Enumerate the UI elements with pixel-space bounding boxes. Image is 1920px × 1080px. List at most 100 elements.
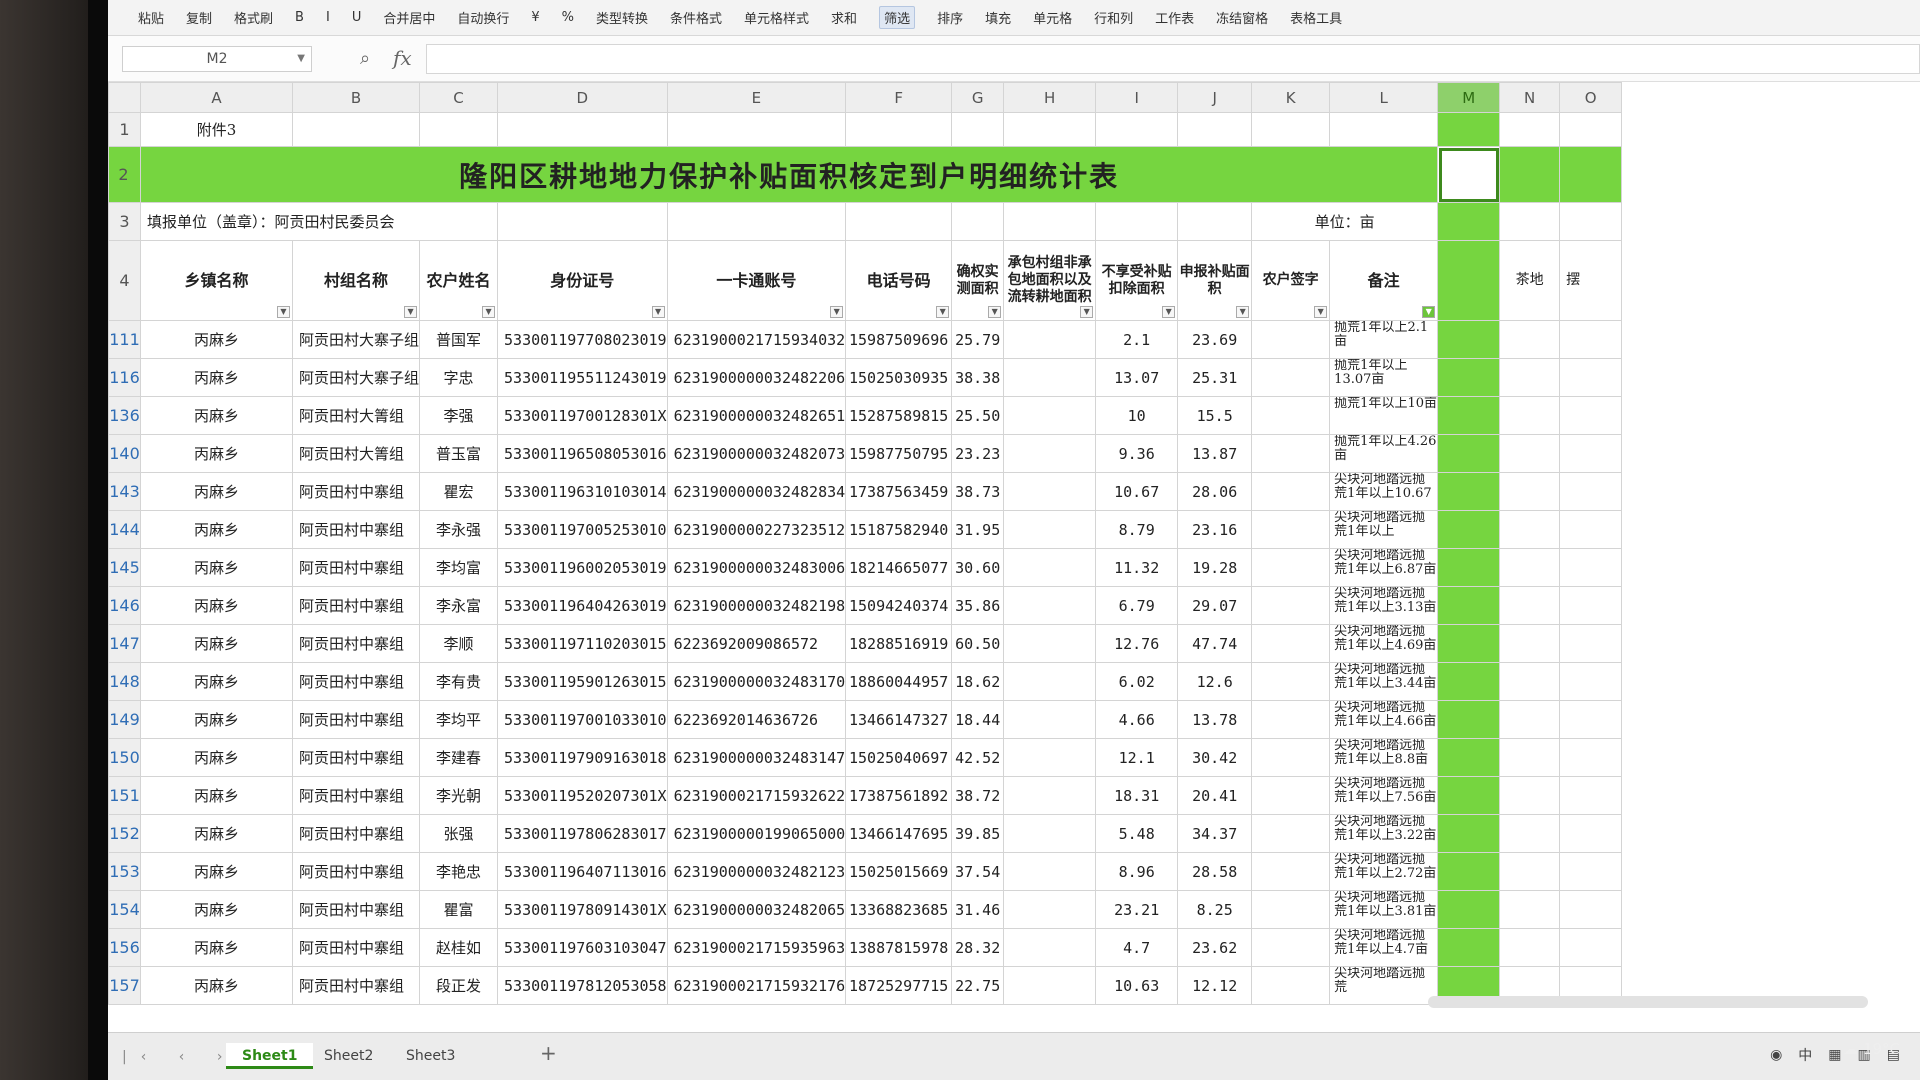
cell[interactable]	[951, 202, 1005, 241]
cell-m[interactable]	[1437, 814, 1501, 853]
cell-subsidy-area[interactable]: 15.5	[1177, 396, 1253, 435]
cell-card-account[interactable]: 6231900000227323512	[666, 510, 847, 549]
cell-deduction-area[interactable]: 12.76	[1095, 624, 1179, 663]
row-number[interactable]: 2	[108, 146, 141, 203]
cell-m[interactable]	[1437, 776, 1501, 815]
cell-farmer-signature[interactable]	[1251, 700, 1331, 739]
filter-dropdown-icon[interactable]: ▼	[830, 306, 844, 318]
cell-remarks[interactable]: 尖块河地踏远抛荒1年以上	[1329, 510, 1439, 549]
cell-farmer-signature[interactable]	[1251, 586, 1331, 625]
cell-measured-area[interactable]: 18.62	[951, 662, 1005, 701]
cell-m[interactable]	[1437, 738, 1501, 777]
cell-village-group[interactable]: 阿贡田村大箐组	[291, 396, 421, 435]
cell-noncontract-area[interactable]	[1003, 510, 1097, 549]
cell-card-account[interactable]: 6231900000032483170	[666, 662, 847, 701]
cell-card-account[interactable]: 6231900021715932176	[666, 966, 847, 1005]
ribbon-item[interactable]: I	[326, 10, 330, 25]
cell-subsidy-area[interactable]: 12.12	[1177, 966, 1253, 1005]
cell-farmer-name[interactable]: 瞿富	[419, 890, 499, 929]
column-header[interactable]: I	[1095, 82, 1179, 113]
row-number[interactable]: 153	[108, 852, 141, 891]
cell-farmer-name[interactable]: 李均富	[419, 548, 499, 587]
cell-township[interactable]: 丙麻乡	[140, 738, 293, 777]
cell-farmer-signature[interactable]	[1251, 434, 1331, 473]
table-cell[interactable]	[1559, 586, 1623, 625]
cell-farmer-signature[interactable]	[1251, 776, 1331, 815]
cell-id-number[interactable]: 533001196404263019	[497, 586, 668, 625]
cell-township[interactable]: 丙麻乡	[140, 434, 293, 473]
name-box[interactable]: M2 ▼	[122, 46, 312, 72]
cell-subsidy-area[interactable]: 30.42	[1177, 738, 1253, 777]
cell-farmer-signature[interactable]	[1251, 510, 1331, 549]
cell-deduction-area[interactable]: 18.31	[1095, 776, 1179, 815]
cell-phone[interactable]: 18288516919	[845, 624, 953, 663]
cell-township[interactable]: 丙麻乡	[140, 966, 293, 1005]
cell-phone[interactable]: 15025015669	[845, 852, 953, 891]
cell-card-account[interactable]: 6231900021715934032	[666, 320, 847, 359]
cell-noncontract-area[interactable]	[1003, 358, 1097, 397]
cell-farmer-signature[interactable]	[1251, 320, 1331, 359]
cell-measured-area[interactable]: 37.54	[951, 852, 1005, 891]
table-cell[interactable]	[1559, 814, 1623, 853]
cell-id-number[interactable]: 533001196310103014	[497, 472, 668, 511]
cell-id-number[interactable]: 53300119520207301X	[497, 776, 668, 815]
cell-remarks[interactable]: 尖块河地踏远抛荒1年以上3.22亩	[1329, 814, 1439, 853]
ribbon-item[interactable]: 排序	[937, 8, 963, 27]
cell-noncontract-area[interactable]	[1003, 928, 1097, 967]
cell-measured-area[interactable]: 30.60	[951, 548, 1005, 587]
horizontal-scrollbar[interactable]	[1428, 996, 1868, 1008]
cell-remarks[interactable]: 尖块河地踏远抛荒1年以上3.44亩	[1329, 662, 1439, 701]
table-cell[interactable]	[1559, 890, 1623, 929]
cell-deduction-area[interactable]: 2.1	[1095, 320, 1179, 359]
cell-township[interactable]: 丙麻乡	[140, 358, 293, 397]
cell-subsidy-area[interactable]: 28.06	[1177, 472, 1253, 511]
cell-id-number[interactable]: 53300119780914301X	[497, 890, 668, 929]
cell-farmer-name[interactable]: 李强	[419, 396, 499, 435]
cell[interactable]	[497, 112, 668, 147]
cell-phone[interactable]: 13368823685	[845, 890, 953, 929]
tab-sheet3[interactable]: Sheet3	[390, 1043, 471, 1069]
column-header[interactable]: G	[951, 82, 1005, 113]
cell-card-account[interactable]: 6231900000032482651	[666, 396, 847, 435]
cell-village-group[interactable]: 阿贡田村中寨组	[291, 852, 421, 891]
table-cell[interactable]	[1559, 434, 1623, 473]
filter-dropdown-icon[interactable]: ▼	[482, 306, 496, 318]
table-cell[interactable]	[1499, 814, 1561, 853]
table-cell[interactable]	[1559, 738, 1623, 777]
cell[interactable]	[291, 112, 421, 147]
ribbon-item[interactable]: 自动换行	[457, 8, 509, 27]
cell-card-account[interactable]: 6231900000032483147	[666, 738, 847, 777]
cell-m[interactable]	[1437, 586, 1501, 625]
cell-remarks[interactable]: 抛荒1年以上10亩	[1329, 396, 1439, 435]
row-number[interactable]: 154	[108, 890, 141, 929]
column-header[interactable]: C	[419, 82, 499, 113]
cell-remarks[interactable]: 尖块河地踏远抛荒1年以上10.67	[1329, 472, 1439, 511]
cell-m[interactable]	[1437, 434, 1501, 473]
cell-village-group[interactable]: 阿贡田村中寨组	[291, 776, 421, 815]
cell-phone[interactable]: 18725297715	[845, 966, 953, 1005]
ribbon-item[interactable]: 求和	[831, 8, 857, 27]
cell[interactable]	[497, 202, 668, 241]
ribbon-item[interactable]: 冻结窗格	[1216, 8, 1268, 27]
cell-village-group[interactable]: 阿贡田村中寨组	[291, 928, 421, 967]
chevron-down-icon[interactable]: ▼	[297, 47, 305, 71]
cell[interactable]	[1499, 146, 1561, 203]
cell-farmer-name[interactable]: 张强	[419, 814, 499, 853]
row-number[interactable]: 144	[108, 510, 141, 549]
cell-subsidy-area[interactable]: 23.16	[1177, 510, 1253, 549]
ribbon-item[interactable]: 单元格	[1033, 8, 1072, 27]
cell-farmer-signature[interactable]	[1251, 890, 1331, 929]
filter-dropdown-icon[interactable]: ▼	[1162, 306, 1176, 318]
cell-card-account[interactable]: 6231900000032482206	[666, 358, 847, 397]
cell-noncontract-area[interactable]	[1003, 624, 1097, 663]
cell-m[interactable]	[1437, 510, 1501, 549]
cell-measured-area[interactable]: 25.50	[951, 396, 1005, 435]
cell-township[interactable]: 丙麻乡	[140, 776, 293, 815]
cell-card-account[interactable]: 6231900000032482834	[666, 472, 847, 511]
ribbon-item[interactable]: ¥	[531, 10, 539, 25]
formula-input[interactable]	[426, 44, 1920, 74]
ribbon-item[interactable]: 筛选	[879, 6, 916, 29]
cell[interactable]	[1559, 202, 1623, 241]
column-header[interactable]: L	[1329, 82, 1439, 113]
table-cell[interactable]	[1559, 510, 1623, 549]
